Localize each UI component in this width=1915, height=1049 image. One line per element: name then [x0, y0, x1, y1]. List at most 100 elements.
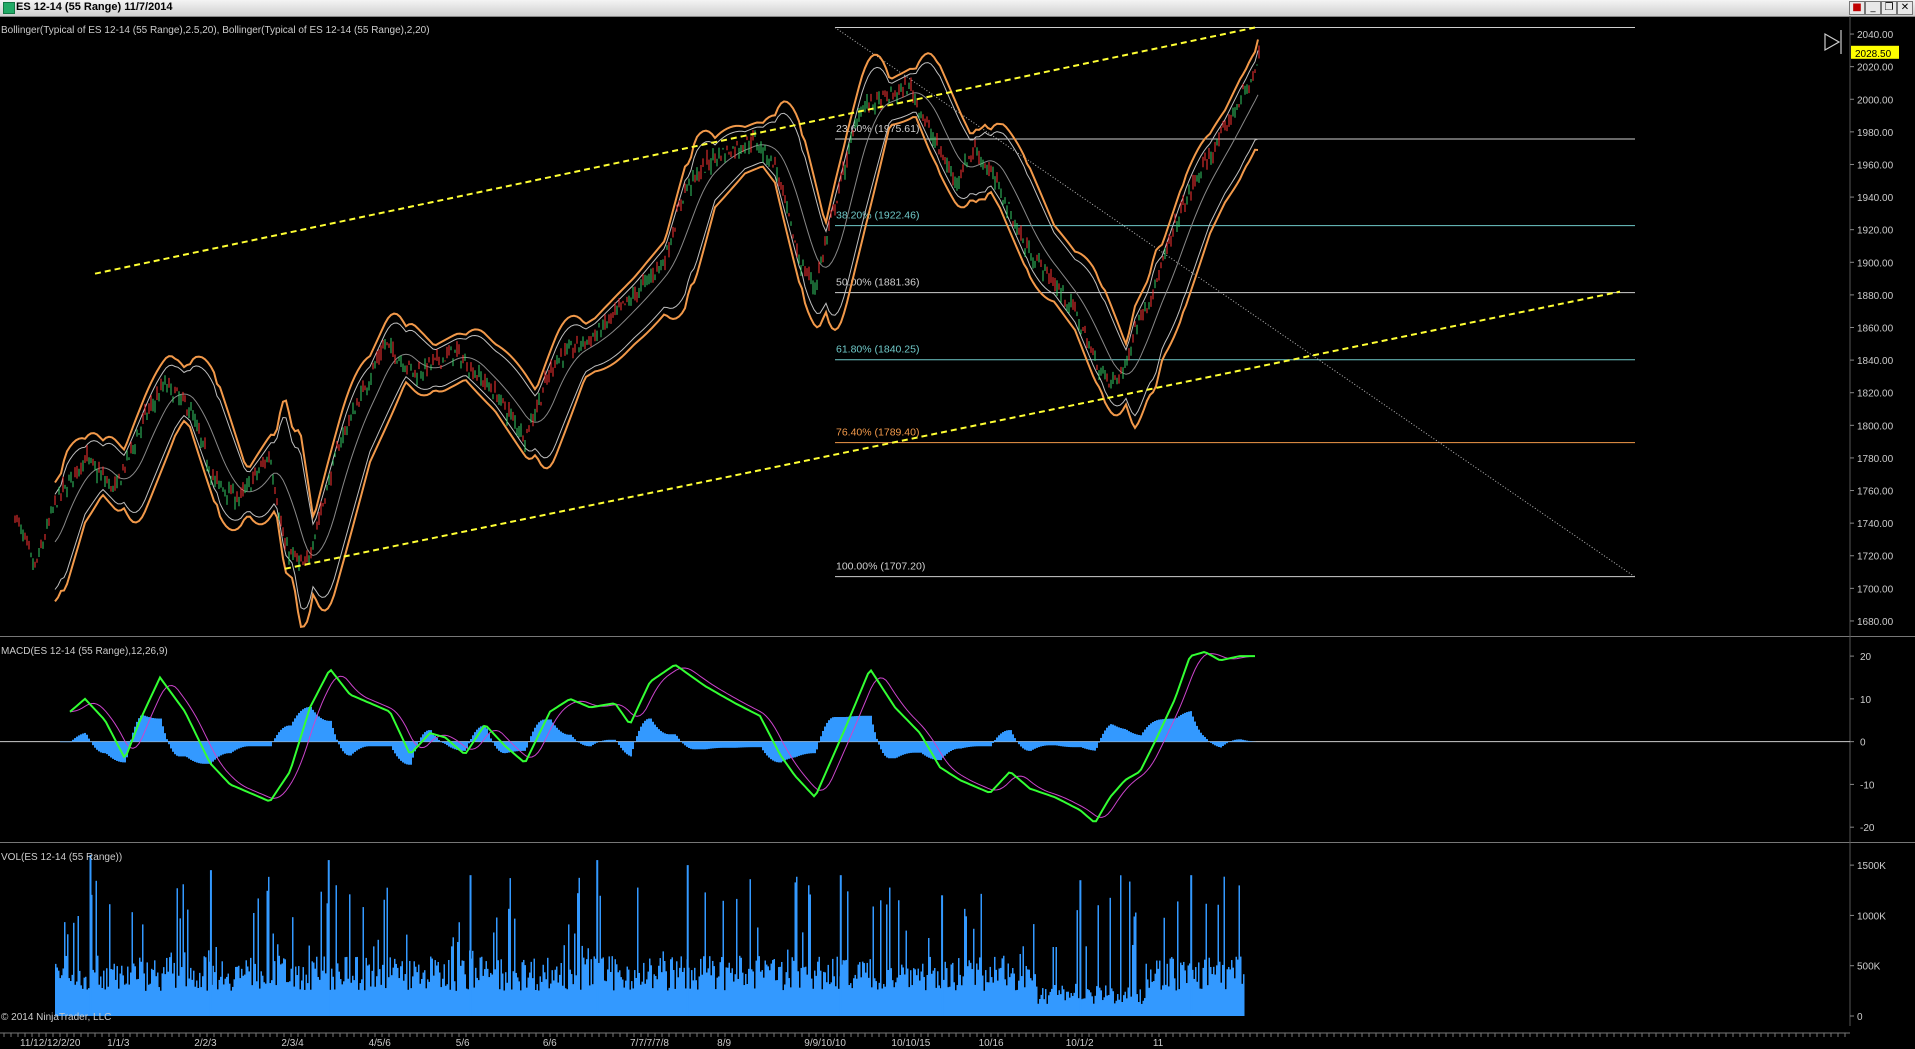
macd-histogram-bar — [690, 741, 692, 749]
macd-histogram-bar — [558, 729, 560, 742]
volume-bar — [431, 958, 433, 1016]
macd-histogram-bar — [1176, 717, 1178, 742]
volume-bar — [734, 974, 736, 1016]
macd-histogram-bar — [174, 741, 176, 755]
volume-bar — [394, 958, 396, 1016]
volume-bar — [455, 990, 457, 1016]
macd-histogram-bar — [364, 741, 366, 747]
volume-bar — [569, 969, 571, 1016]
macd-histogram-bar — [1222, 741, 1224, 747]
volume-bar — [1061, 985, 1063, 1016]
macd-histogram-bar — [198, 741, 200, 764]
volume-bar — [388, 977, 390, 1016]
volume-bar — [829, 984, 831, 1016]
macd-histogram-bar — [1002, 732, 1004, 742]
volume-bar — [869, 959, 871, 1016]
y-tick-label-price: 1760.00 — [1857, 487, 1894, 498]
volume-bar — [1045, 989, 1047, 1016]
volume-bar — [229, 983, 231, 1016]
chart-area[interactable]: 2040.00 2020.00 2000.00 1980.00 1960.00 1940.… — [0, 16, 1915, 1049]
macd-histogram-bar — [820, 736, 822, 742]
bollinger-lower-inner — [54, 111, 1259, 610]
volume-bar — [487, 968, 489, 1016]
macd-histogram-bar — [580, 741, 582, 744]
macd-histogram-bar — [588, 741, 590, 747]
volume-bar — [1243, 974, 1245, 1016]
x-tick-label: 5/6 — [456, 1038, 470, 1049]
volume-peak-bar — [1079, 880, 1082, 1016]
volume-bar — [535, 989, 537, 1016]
minimize-button[interactable]: _ — [1865, 1, 1881, 15]
x-tick-label: 11 — [1153, 1038, 1164, 1049]
volume-bar — [1196, 981, 1198, 1016]
macd-histogram-bar — [1244, 740, 1246, 742]
volume-bar — [424, 970, 426, 1016]
macd-histogram-bar — [1122, 728, 1124, 742]
volume-bar — [697, 989, 699, 1016]
macd-histogram-bar — [612, 739, 614, 742]
volume-bar — [239, 978, 241, 1016]
macd-histogram-bar — [1028, 741, 1030, 751]
macd-histogram-bar — [1048, 741, 1050, 746]
volume-bar — [764, 960, 766, 1016]
volume-bar — [1135, 912, 1137, 1016]
macd-histogram-bar — [1004, 731, 1006, 742]
macd-histogram-bar — [864, 715, 866, 742]
macd-histogram-bar — [566, 734, 568, 742]
y-tick-label-volume: 0 — [1857, 1012, 1863, 1023]
macd-histogram-bar — [768, 741, 770, 758]
volume-bar — [571, 974, 573, 1016]
volume-bar — [1136, 994, 1138, 1016]
macd-histogram-bar — [260, 741, 262, 747]
volume-bar — [679, 967, 681, 1016]
macd-histogram-bar — [670, 734, 672, 742]
macd-histogram-bar — [614, 739, 616, 742]
bollinger-lower-outer — [54, 116, 1259, 628]
macd-histogram-bar — [922, 741, 924, 755]
macd-histogram-bar — [164, 733, 166, 742]
volume-bar — [752, 971, 754, 1016]
close-button[interactable]: ✕ — [1897, 1, 1913, 15]
macd-histogram-bar — [554, 725, 556, 742]
volume-bar — [109, 904, 111, 1016]
volume-bar — [473, 987, 475, 1016]
volume-bar — [1058, 990, 1060, 1016]
volume-bar — [259, 988, 261, 1016]
restore-button[interactable]: ❐ — [1881, 1, 1897, 15]
macd-histogram-bar — [230, 741, 232, 754]
volume-bar — [1042, 988, 1044, 1016]
macd-histogram-bar — [274, 738, 276, 742]
volume-bar — [1069, 997, 1071, 1016]
macd-histogram-bar — [382, 741, 384, 747]
volume-bar — [158, 987, 160, 1016]
volume-bar — [973, 928, 975, 1016]
volume-bar — [1112, 991, 1114, 1016]
volume-bar — [223, 984, 225, 1016]
y-tick-label-price: 1820.00 — [1857, 389, 1894, 400]
macd-histogram-bar — [876, 738, 878, 742]
volume-bar — [514, 918, 516, 1016]
volume-bar — [497, 960, 499, 1016]
macd-histogram-bar — [970, 741, 972, 747]
macd-histogram-bar — [1012, 734, 1014, 742]
volume-bar — [302, 967, 304, 1016]
macd-histogram-bar — [290, 725, 292, 742]
volume-bar — [202, 976, 204, 1016]
volume-bar — [578, 877, 580, 1016]
volume-bar — [148, 984, 150, 1016]
volume-bar — [62, 968, 64, 1016]
volume-bar — [827, 964, 829, 1016]
macd-histogram-bar — [222, 741, 224, 755]
macd-histogram-bar — [888, 741, 890, 759]
volume-bar — [247, 966, 249, 1016]
volume-bar — [541, 981, 543, 1016]
macd-histogram-bar — [190, 741, 192, 760]
volume-bar — [1220, 982, 1222, 1016]
volume-bar — [479, 957, 481, 1016]
volume-bar — [1094, 995, 1096, 1016]
volume-bar — [917, 968, 919, 1016]
volume-bar — [848, 985, 850, 1016]
volume-bar — [830, 982, 832, 1016]
volume-bar — [1228, 966, 1230, 1016]
alert-button[interactable]: ■ — [1849, 1, 1865, 15]
